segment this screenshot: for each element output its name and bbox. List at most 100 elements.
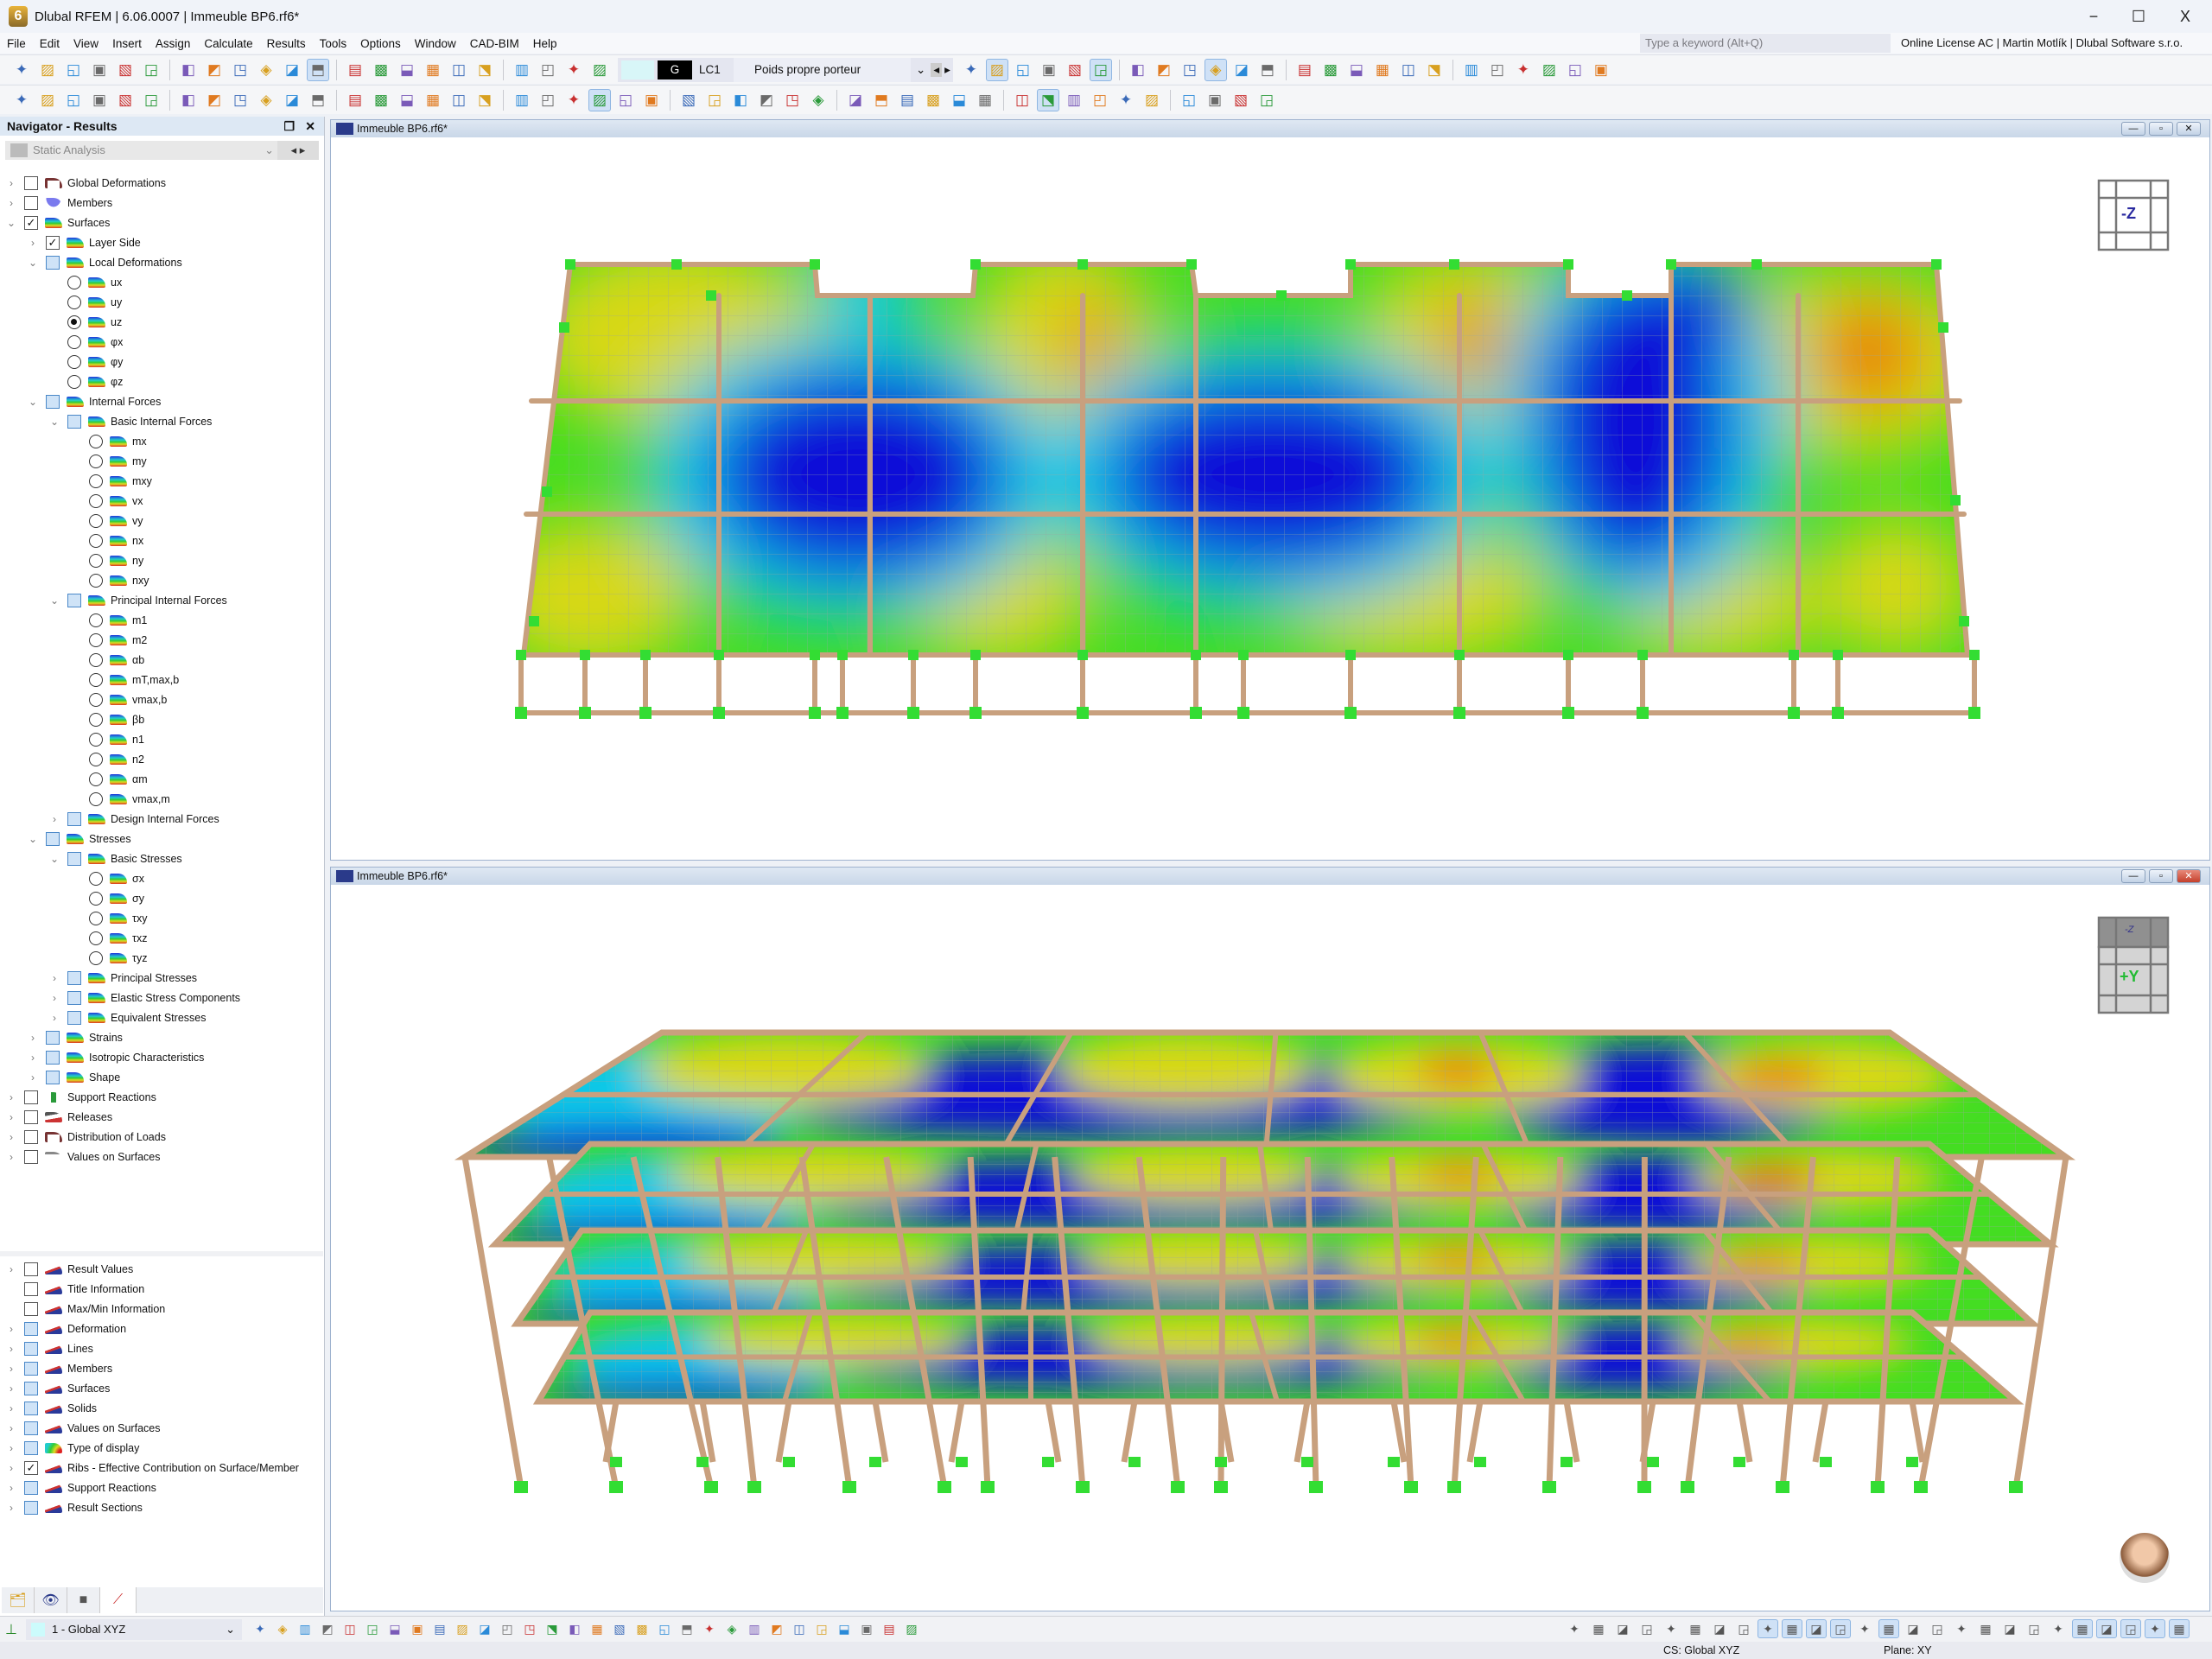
opacity-icon[interactable]: ▣ bbox=[1038, 59, 1060, 81]
prev-load-case-button[interactable]: ◂ bbox=[931, 62, 943, 77]
panel-divider[interactable] bbox=[0, 1251, 323, 1256]
checkbox[interactable] bbox=[24, 1301, 38, 1316]
menu-options[interactable]: Options bbox=[353, 37, 408, 50]
checkbox[interactable] bbox=[24, 1341, 38, 1356]
tree-item[interactable]: › Solids bbox=[5, 1398, 97, 1418]
viewport-close-button[interactable]: ✕ bbox=[2177, 122, 2201, 136]
select-icon[interactable]: ◲ bbox=[812, 1619, 831, 1638]
zoom-icon[interactable]: ◈ bbox=[722, 1619, 741, 1638]
checkbox[interactable] bbox=[67, 1010, 81, 1025]
box-icon[interactable]: ◪ bbox=[1230, 59, 1253, 81]
radio-button[interactable] bbox=[67, 315, 81, 329]
calculator-icon[interactable]: ◰ bbox=[537, 59, 559, 81]
snap-ortho-icon[interactable]: ◲ bbox=[2120, 1619, 2141, 1638]
radio-button[interactable] bbox=[89, 752, 103, 766]
minimize-button[interactable]: − bbox=[2074, 3, 2113, 29]
snap-ortho-icon[interactable]: ◲ bbox=[1733, 1619, 1754, 1638]
snap-line-icon[interactable]: ◪ bbox=[2096, 1619, 2117, 1638]
radio-button[interactable] bbox=[89, 871, 103, 886]
viewport-minimize-button[interactable]: — bbox=[2121, 869, 2145, 883]
graph-icon[interactable]: ◩ bbox=[1153, 59, 1175, 81]
radio-button[interactable] bbox=[89, 454, 103, 468]
checkbox[interactable] bbox=[67, 970, 81, 985]
tree-item[interactable]: nxy bbox=[70, 570, 149, 590]
radio-button[interactable] bbox=[67, 334, 81, 349]
snap-ortho-icon[interactable]: ◲ bbox=[1927, 1619, 1948, 1638]
snap-node-icon[interactable]: ▦ bbox=[1975, 1619, 1996, 1638]
chevron-down-icon[interactable]: ⌄ bbox=[48, 416, 60, 428]
checkbox[interactable] bbox=[24, 1109, 38, 1124]
tree-item[interactable]: m2 bbox=[70, 630, 147, 650]
load-wizard-icon[interactable]: ▥ bbox=[511, 89, 533, 111]
view-cube[interactable]: -Z +Y bbox=[2097, 916, 2170, 1014]
new-polyline-icon[interactable]: ▣ bbox=[88, 89, 111, 111]
chevron-right-icon[interactable]: › bbox=[5, 1263, 17, 1275]
radio-button[interactable] bbox=[89, 931, 103, 945]
menu-file[interactable]: File bbox=[0, 37, 33, 50]
frame-icon[interactable]: ▨ bbox=[588, 88, 611, 111]
tree-item[interactable]: › Values on Surfaces bbox=[5, 1147, 160, 1166]
member-d-icon[interactable]: ⬒ bbox=[870, 89, 893, 111]
undo-icon[interactable]: ◈ bbox=[255, 59, 277, 81]
tree-item[interactable]: › Shape bbox=[27, 1067, 120, 1087]
snap-node-icon[interactable]: ▦ bbox=[2072, 1619, 2093, 1638]
select-icon[interactable]: ◲ bbox=[363, 1619, 382, 1638]
checkbox[interactable] bbox=[24, 195, 38, 210]
view-icon[interactable]: ⬒ bbox=[677, 1619, 696, 1638]
view-tab-icon[interactable]: 👁 bbox=[35, 1587, 67, 1613]
chevron-down-icon[interactable]: ⌄ bbox=[27, 833, 39, 845]
chevron-right-icon[interactable]: › bbox=[5, 1091, 17, 1103]
chevron-right-icon[interactable]: › bbox=[5, 1442, 17, 1454]
snap-grid-icon[interactable]: ✦ bbox=[2048, 1619, 2069, 1638]
pan-icon[interactable]: ◳ bbox=[520, 1619, 539, 1638]
tree-item[interactable]: › Lines bbox=[5, 1338, 93, 1358]
zoom-icon[interactable]: ⬓ bbox=[835, 1619, 854, 1638]
radio-button[interactable] bbox=[67, 275, 81, 289]
xxx-values-icon[interactable]: ◧ bbox=[1127, 59, 1149, 81]
new-member-icon[interactable]: ◱ bbox=[62, 89, 85, 111]
tree-item[interactable]: › Isotropic Characteristics bbox=[27, 1047, 204, 1067]
tree-item[interactable]: αm bbox=[70, 769, 148, 789]
tree-item[interactable]: βb bbox=[70, 709, 144, 729]
tree-item[interactable]: φz bbox=[48, 372, 123, 391]
iso-surface-icon[interactable]: ▧ bbox=[677, 89, 700, 111]
tree-item[interactable]: › Principal Stresses bbox=[48, 968, 197, 988]
radio-button[interactable] bbox=[67, 295, 81, 309]
menu-results[interactable]: Results bbox=[260, 37, 313, 50]
checkbox[interactable] bbox=[24, 175, 38, 190]
checkbox[interactable] bbox=[24, 1361, 38, 1376]
table-icon[interactable]: ⬒ bbox=[307, 58, 329, 81]
tree-item[interactable]: φy bbox=[48, 352, 123, 372]
snap-node-icon[interactable]: ▦ bbox=[1878, 1619, 1899, 1638]
tree-item[interactable]: ⌄ Stresses bbox=[27, 829, 131, 849]
tree-item[interactable]: › Surfaces bbox=[5, 1378, 110, 1398]
snap-line-icon[interactable]: ◪ bbox=[1999, 1619, 2020, 1638]
radio-button[interactable] bbox=[89, 553, 103, 568]
cut-plane3-icon[interactable]: ✦ bbox=[1115, 89, 1137, 111]
tree-item[interactable]: ux bbox=[48, 272, 122, 292]
snap-node-icon[interactable]: ▦ bbox=[1588, 1619, 1609, 1638]
chevron-right-icon[interactable]: › bbox=[5, 1131, 17, 1143]
tree-item[interactable]: ⌄ Principal Internal Forces bbox=[48, 590, 227, 610]
radio-button[interactable] bbox=[89, 732, 103, 747]
axis-x-icon[interactable]: ▩ bbox=[1319, 59, 1342, 81]
radio-button[interactable] bbox=[89, 712, 103, 727]
new-opening-icon[interactable]: ◈ bbox=[255, 89, 277, 111]
chevron-right-icon[interactable]: › bbox=[5, 1111, 17, 1123]
axis-y-icon[interactable]: ⬓ bbox=[1345, 59, 1368, 81]
checkbox[interactable] bbox=[67, 593, 81, 607]
settings-icon[interactable]: ◲ bbox=[1255, 89, 1278, 111]
menu-calculate[interactable]: Calculate bbox=[197, 37, 259, 50]
menu-edit[interactable]: Edit bbox=[33, 37, 67, 50]
snap-line-icon[interactable]: ◪ bbox=[1709, 1619, 1730, 1638]
checkbox[interactable] bbox=[67, 990, 81, 1005]
tree-item[interactable]: σy bbox=[70, 888, 144, 908]
load-surface-icon[interactable]: ▦ bbox=[422, 89, 444, 111]
close-button[interactable]: X bbox=[2165, 3, 2205, 29]
checkbox[interactable] bbox=[46, 1070, 60, 1084]
chevron-right-icon[interactable]: › bbox=[5, 1482, 17, 1494]
radio-button[interactable] bbox=[89, 652, 103, 667]
tree-item[interactable]: n1 bbox=[70, 729, 144, 749]
grid-table-icon[interactable]: ▤ bbox=[344, 59, 366, 81]
maximize-button[interactable]: ☐ bbox=[2119, 3, 2158, 29]
